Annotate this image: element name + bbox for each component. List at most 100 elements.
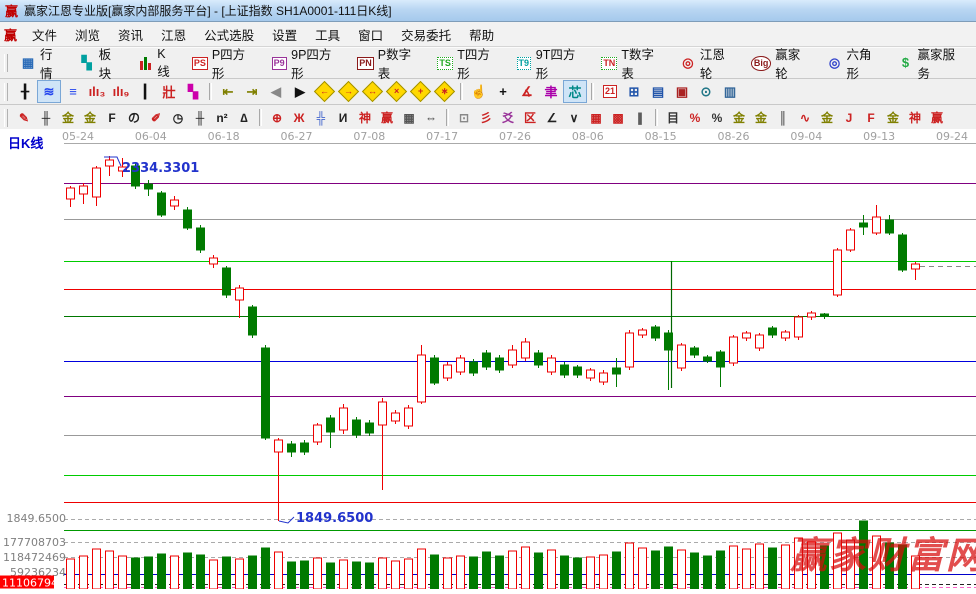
date-axis: 05-2406-0406-1806-2707-0807-1707-2608-06…	[62, 130, 968, 143]
crosshair-button[interactable]: +	[491, 80, 515, 103]
last-page-button[interactable]: ⇥	[240, 80, 264, 103]
grid-fan-button[interactable]: 区	[519, 107, 541, 129]
wave-3-button[interactable]: ılı₃	[85, 80, 109, 103]
page-prev-button[interactable]: ◀	[264, 80, 288, 103]
volume-profile-button[interactable]: ▚	[181, 80, 205, 103]
f-ruler-button[interactable]: F	[101, 107, 123, 129]
nine-p-square-label: 9P四方形	[291, 44, 343, 82]
ruler-2-button[interactable]: ╫	[189, 107, 211, 129]
page-next-button[interactable]: ▶	[288, 80, 312, 103]
j-angle-button[interactable]: J	[838, 107, 860, 129]
box-range-button[interactable]: ⊡	[453, 107, 475, 129]
svg-text:06-18: 06-18	[208, 130, 240, 143]
fan-lines-button[interactable]: 彡	[475, 107, 497, 129]
percent-button[interactable]: %	[706, 107, 728, 129]
trend-angle-button[interactable]: ∠	[541, 107, 563, 129]
parallel-lines-button[interactable]: ∥	[629, 107, 651, 129]
dot-grid-button[interactable]: ╬	[310, 107, 332, 129]
notes-button[interactable]: ▤	[646, 80, 670, 103]
kline-button[interactable]: K线	[130, 45, 185, 82]
shen-angle-button[interactable]: 神	[904, 107, 926, 129]
time-cycle-clock-button[interactable]: ◷	[167, 107, 189, 129]
t-number-table-button[interactable]: TNT数字表	[594, 42, 673, 84]
smart-analysis-button[interactable]: 芯	[563, 80, 587, 103]
svg-text:08-15: 08-15	[645, 130, 677, 143]
grid-123-button[interactable]: ▦	[398, 107, 420, 129]
spiral-button[interactable]: の	[123, 107, 145, 129]
calculator-button[interactable]: ⊞	[622, 80, 646, 103]
win-grid-button[interactable]: 赢	[376, 107, 398, 129]
info-list-button[interactable]: ≡	[61, 80, 85, 103]
first-page-button[interactable]: ⇤	[216, 80, 240, 103]
nine-p-square-button[interactable]: P99P四方形	[264, 42, 350, 84]
save-button[interactable]: ▣	[670, 80, 694, 103]
span-arrows-button[interactable]: ⇔	[420, 107, 442, 129]
gann-gold-2-button[interactable]: 金	[79, 107, 101, 129]
market-quotes-button[interactable]: ▦行情	[13, 42, 72, 84]
mark-tool-button[interactable]: 聿	[539, 80, 563, 103]
titlebar: 赢 赢家江恩专业版[赢家内部服务平台] - [上证指数 SH1A0001-111…	[0, 0, 976, 22]
low-price-label: 1849.6500	[296, 511, 373, 526]
pen-dots-button[interactable]: ✐	[145, 107, 167, 129]
sectors-button[interactable]: ▚板块	[72, 42, 131, 84]
angle-a-button[interactable]: ∆	[233, 107, 255, 129]
screenshot-button[interactable]: ⊙	[694, 80, 718, 103]
winner-service-button[interactable]: $赢家服务	[891, 42, 974, 84]
n-square-button[interactable]: n²	[211, 107, 233, 129]
chart-type-button[interactable]: ≋	[37, 80, 61, 103]
expand-horizontal-button[interactable]: ↔	[360, 80, 384, 103]
calendar-21-button[interactable]: 21	[598, 80, 622, 103]
winner-wheel-button[interactable]: Big赢家轮	[744, 42, 820, 84]
svg-text:07-08: 07-08	[353, 130, 385, 143]
p-number-table-button[interactable]: PNP数字表	[350, 42, 430, 84]
chart-panel[interactable]: 日K线 05-2406-0406-1806-2707-0807-1707-260…	[0, 129, 976, 589]
fit-all-button[interactable]: ∗	[432, 80, 456, 103]
hexagon-button[interactable]: ◎六角形	[819, 42, 890, 84]
nine-t-square-button[interactable]: T99T四方形	[509, 42, 595, 84]
x-fan-button[interactable]: 爻	[497, 107, 519, 129]
gann-wheel-button[interactable]: ◎江恩轮	[673, 42, 744, 84]
t-square-button[interactable]: TST四方形	[430, 42, 509, 84]
shen-grid-button[interactable]: 神	[354, 107, 376, 129]
percent-line-button[interactable]: %	[684, 107, 706, 129]
zoom-right-button[interactable]: →	[336, 80, 360, 103]
v-lines-button[interactable]: ∨	[563, 107, 585, 129]
compass-button[interactable]: ⊕	[266, 107, 288, 129]
win-angle-button[interactable]: 赢	[926, 107, 948, 129]
compress-chart-button[interactable]: ×	[384, 80, 408, 103]
system-monitor-button[interactable]: ▥	[718, 80, 742, 103]
candles-layer	[67, 156, 920, 521]
wave-9-button[interactable]: ılı₉	[109, 80, 133, 103]
red-grid-button[interactable]: ▦	[585, 107, 607, 129]
p-square-button[interactable]: PSP四方形	[185, 42, 264, 84]
angle-measure-button[interactable]: ∡	[515, 80, 539, 103]
gold-line-button[interactable]: 金	[750, 107, 772, 129]
zoom-left-button[interactable]: ←	[312, 80, 336, 103]
sectors-label: 板块	[99, 44, 124, 82]
gold-circle-button[interactable]: 金	[728, 107, 750, 129]
pattern-button[interactable]: 壯	[157, 80, 181, 103]
gold-underline-button[interactable]: 金	[816, 107, 838, 129]
gann-gold-1-button[interactable]: 金	[57, 107, 79, 129]
toolbar-draw: ✎╫金金Fの✐◷╫n²∆⊕Ж╬И神赢▦⇔⊡彡爻区∠∨▦▩∥目%%金金║∿金JF金…	[0, 105, 976, 131]
svg-text:05-24: 05-24	[62, 130, 94, 143]
pen-bars-button[interactable]: ║	[772, 107, 794, 129]
draw-pen-button[interactable]: ✎	[13, 107, 35, 129]
i-marker-button[interactable]: И	[332, 107, 354, 129]
drag-hand-button[interactable]: ☝	[467, 80, 491, 103]
red-grid-2-button[interactable]: ▩	[607, 107, 629, 129]
f-angle-button[interactable]: F	[860, 107, 882, 129]
wave-line-button[interactable]: ∿	[794, 107, 816, 129]
period-selector-button[interactable]: ╂	[13, 80, 37, 103]
gold-angle-button[interactable]: 金	[882, 107, 904, 129]
svg-text:118472469: 118472469	[3, 551, 66, 564]
kline-chart[interactable]: 05-2406-0406-1806-2707-0807-1707-2608-06…	[0, 129, 976, 589]
winner-wheel-icon: Big	[751, 55, 771, 71]
star-grid-button[interactable]: Ж	[288, 107, 310, 129]
ruler-horizontal-button[interactable]: ╫	[35, 107, 57, 129]
svg-text:1849.6500: 1849.6500	[7, 512, 67, 525]
single-candle-button[interactable]: ┃	[133, 80, 157, 103]
svg-text:08-06: 08-06	[572, 130, 604, 143]
expand-all-button[interactable]: +	[408, 80, 432, 103]
bars-stat-button[interactable]: 目	[662, 107, 684, 129]
